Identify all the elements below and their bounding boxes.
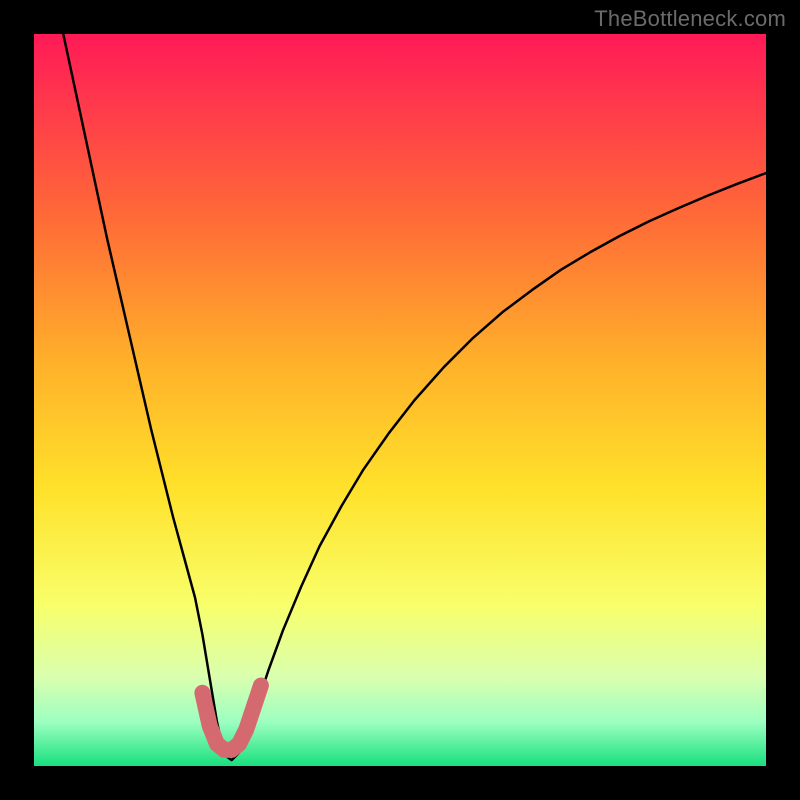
watermark-text: TheBottleneck.com <box>594 6 786 32</box>
chart-svg <box>0 0 800 800</box>
chart-stage: TheBottleneck.com <box>0 0 800 800</box>
